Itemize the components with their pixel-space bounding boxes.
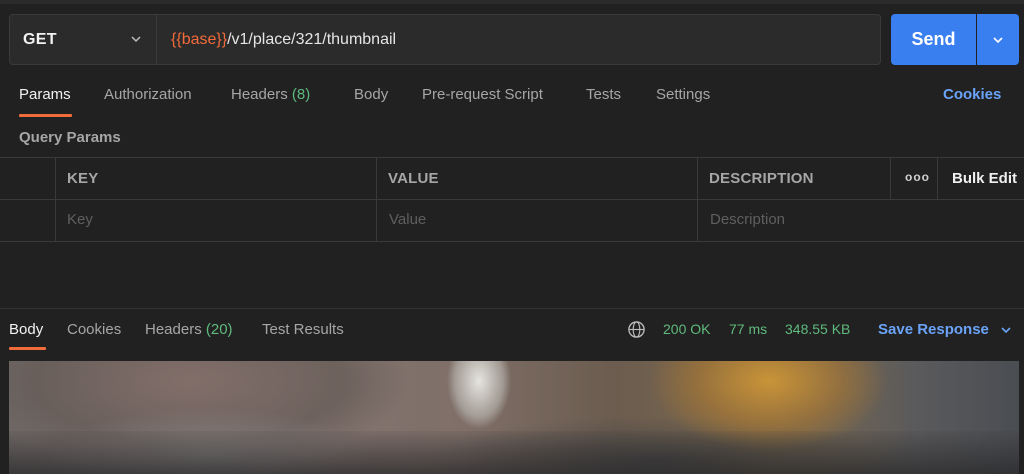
bulk-edit-button[interactable]: Bulk Edit xyxy=(952,170,1017,187)
tab-body[interactable]: Body xyxy=(354,86,388,103)
column-header-description: DESCRIPTION xyxy=(709,170,814,187)
params-table xyxy=(0,157,1024,242)
chevron-down-icon xyxy=(131,36,141,43)
globe-icon[interactable] xyxy=(627,320,646,339)
column-header-value: VALUE xyxy=(388,170,439,187)
method-label: GET xyxy=(23,30,57,48)
headers-count: (8) xyxy=(291,86,311,103)
request-tabs: Params Authorization Headers (8) Body Pr… xyxy=(0,86,1024,116)
status-code[interactable]: 200 OK xyxy=(663,321,710,337)
url-variable: {{base}} xyxy=(171,30,228,48)
url-path: /v1/place/321/thumbnail xyxy=(227,30,397,48)
tab-params[interactable]: Params xyxy=(19,86,71,103)
response-time[interactable]: 77 ms xyxy=(729,321,767,337)
method-select[interactable]: GET xyxy=(9,14,157,65)
top-border xyxy=(0,0,1024,4)
send-options-button[interactable] xyxy=(977,14,1019,65)
response-headers-count: (20) xyxy=(205,321,233,338)
send-button[interactable]: Send xyxy=(891,14,976,65)
response-active-tab-indicator xyxy=(9,347,46,350)
response-divider[interactable] xyxy=(0,308,1024,309)
description-input[interactable]: Description xyxy=(710,211,785,228)
tab-pre-request-script[interactable]: Pre-request Script xyxy=(422,86,543,103)
response-tab-body[interactable]: Body xyxy=(9,321,43,338)
cookies-link[interactable]: Cookies xyxy=(943,86,1001,103)
tab-headers[interactable]: Headers (8) xyxy=(231,86,310,103)
url-input[interactable]: {{base}}/v1/place/321/thumbnail xyxy=(157,14,881,65)
chevron-down-icon[interactable] xyxy=(999,323,1013,337)
value-input[interactable]: Value xyxy=(389,211,426,228)
key-input[interactable]: Key xyxy=(67,211,93,228)
response-tab-cookies[interactable]: Cookies xyxy=(67,321,121,338)
response-tab-test-results[interactable]: Test Results xyxy=(262,321,344,338)
tab-settings[interactable]: Settings xyxy=(656,86,710,103)
tab-tests[interactable]: Tests xyxy=(586,86,621,103)
response-size[interactable]: 348.55 KB xyxy=(785,321,850,337)
chevron-down-icon xyxy=(993,36,1003,43)
more-options-icon[interactable]: ooo xyxy=(905,170,930,184)
save-response-button[interactable]: Save Response xyxy=(878,321,989,338)
active-tab-indicator xyxy=(19,114,72,117)
response-image-preview xyxy=(9,361,1019,474)
response-tab-headers[interactable]: Headers (20) xyxy=(145,321,233,338)
query-params-title: Query Params xyxy=(19,129,121,146)
tab-authorization[interactable]: Authorization xyxy=(104,86,192,103)
column-header-key: KEY xyxy=(67,170,99,187)
